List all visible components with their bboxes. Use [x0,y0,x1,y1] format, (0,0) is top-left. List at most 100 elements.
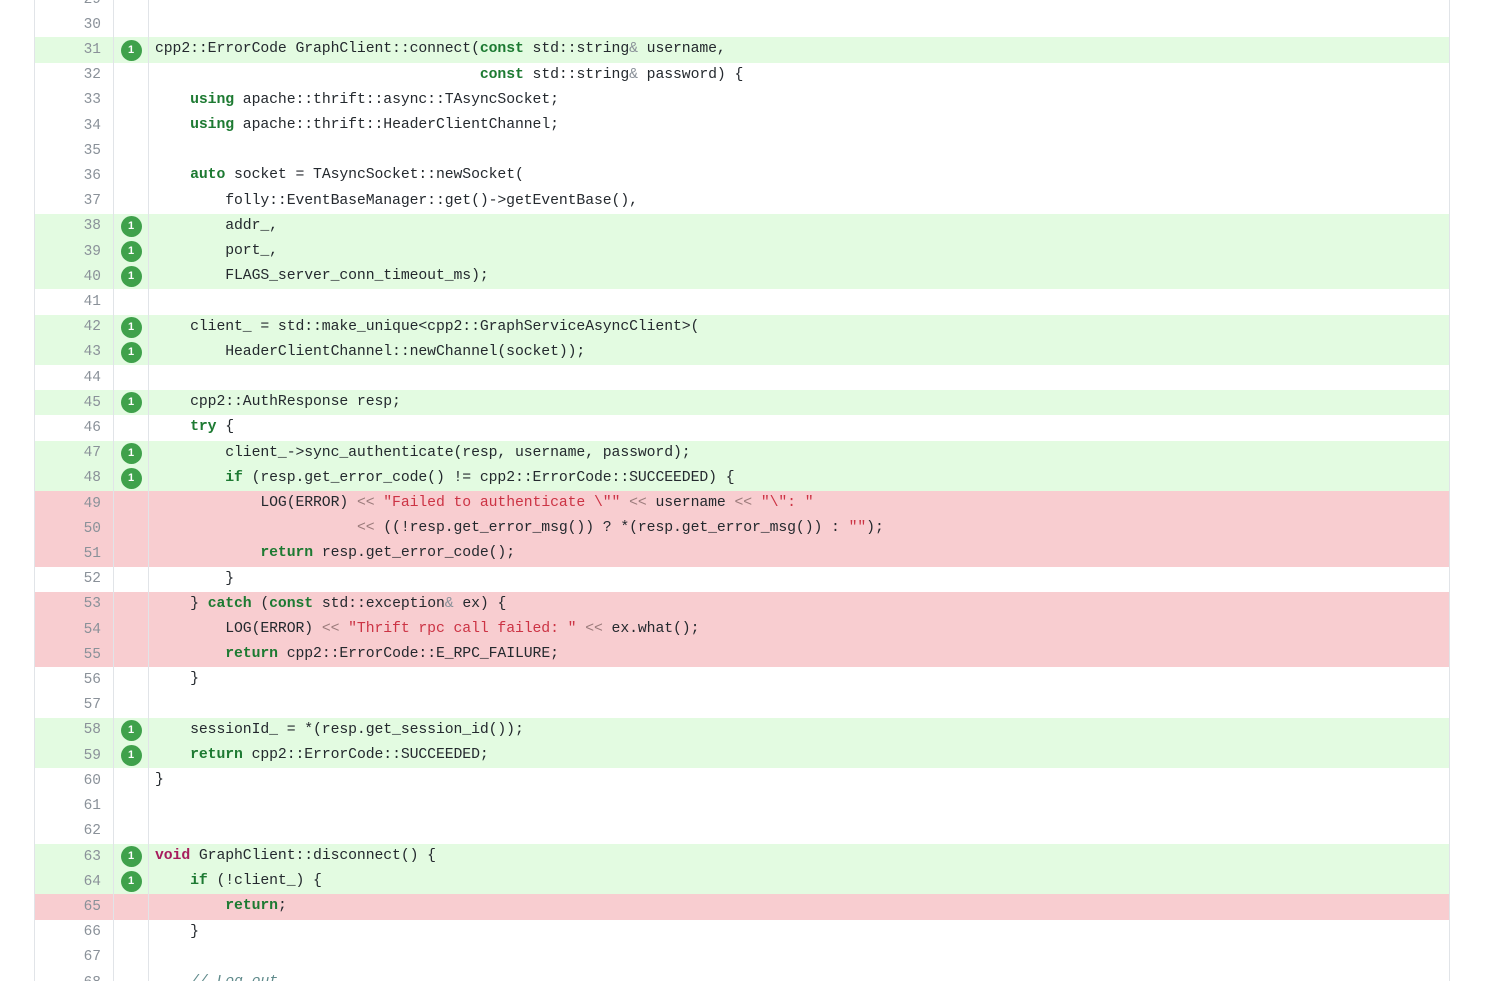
line-number[interactable]: 40 [35,264,114,290]
line-number[interactable]: 53 [35,591,114,618]
hit-count-badge[interactable]: 1 [120,266,142,288]
hit-count-badge[interactable]: 1 [120,392,142,414]
line-number[interactable]: 42 [35,314,114,340]
hit-count-cell [113,768,149,794]
code-line-text[interactable]: // Log out [148,969,1449,981]
line-number[interactable]: 50 [35,516,114,542]
line-number[interactable]: 32 [35,62,114,88]
line-number[interactable]: 47 [35,440,114,466]
line-number[interactable]: 30 [35,12,114,38]
code-line-row: 32 const std::string& password) { [35,62,1449,88]
line-number[interactable]: 35 [35,138,114,164]
line-number[interactable]: 66 [35,919,114,945]
line-number[interactable]: 38 [35,213,114,240]
hit-count-badge[interactable]: 1 [120,316,142,338]
code-line-text[interactable]: << ((!resp.get_error_msg()) ? *(resp.get… [148,516,1449,542]
code-line-text[interactable]: folly::EventBaseManager::get()->getEvent… [148,188,1449,214]
code-line-text[interactable]: try { [148,415,1449,441]
hit-count-badge[interactable]: 1 [120,846,142,867]
hit-count-badge[interactable]: 1 [120,215,142,237]
code-line-text[interactable]: client_ = std::make_unique<cpp2::GraphSe… [148,314,1449,340]
code-line-text[interactable]: } [148,566,1449,592]
line-number[interactable]: 45 [35,390,114,416]
code-line-text[interactable]: LOG(ERROR) << "Thrift rpc call failed: "… [148,617,1449,643]
code-line-text[interactable]: } catch (const std::exception& ex) { [148,591,1449,618]
code-line-text[interactable]: HeaderClientChannel::newChannel(socket))… [148,339,1449,366]
code-line-text[interactable] [148,365,1449,391]
line-number[interactable]: 61 [35,793,114,819]
line-number[interactable]: 54 [35,617,114,643]
hit-count-badge[interactable]: 1 [120,467,142,489]
code-line-text[interactable]: LOG(ERROR) << "Failed to authenticate \"… [148,491,1449,517]
code-line-text[interactable]: if (resp.get_error_code() != cpp2::Error… [148,465,1449,492]
code-line-text[interactable]: FLAGS_server_conn_timeout_ms); [148,264,1449,290]
code-line-row: 58 1 sessionId_ = *(resp.get_session_id()… [35,717,1449,744]
line-number[interactable]: 64 [35,869,114,895]
code-line-text[interactable]: } [148,768,1449,794]
code-line-text[interactable] [148,289,1449,315]
line-number[interactable]: 37 [35,188,114,214]
line-number[interactable]: 63 [35,843,114,870]
hit-count-badge[interactable]: 1 [120,341,142,363]
code-line-row: 36 auto socket = TAsyncSocket::newSocket… [35,163,1449,189]
line-number[interactable]: 51 [35,541,114,567]
code-line-text[interactable] [148,138,1449,164]
code-line-text[interactable]: return cpp2::ErrorCode::E_RPC_FAILURE; [148,642,1449,668]
code-line-text[interactable]: } [148,667,1449,693]
code-line-text[interactable] [148,818,1449,844]
line-number[interactable]: 57 [35,692,114,718]
code-line-text[interactable]: return resp.get_error_code(); [148,541,1449,567]
code-line-text[interactable]: addr_, [148,213,1449,240]
line-number[interactable]: 56 [35,667,114,693]
line-number[interactable]: 36 [35,163,114,189]
code-line-text[interactable]: } [148,919,1449,945]
line-number[interactable]: 43 [35,339,114,366]
line-number[interactable]: 41 [35,289,114,315]
code-line-text[interactable]: port_, [148,239,1449,265]
code-line-text[interactable] [148,692,1449,718]
code-line-text[interactable]: if (!client_) { [148,869,1449,895]
code-line-text[interactable]: cpp2::AuthResponse resp; [148,390,1449,416]
hit-count-cell [113,692,149,718]
hit-count-badge[interactable]: 1 [120,442,142,464]
line-number[interactable]: 33 [35,87,114,114]
code-line-text[interactable]: client_->sync_authenticate(resp, usernam… [148,440,1449,466]
line-number[interactable]: 49 [35,491,114,517]
line-number[interactable]: 31 [35,37,114,63]
line-number[interactable]: 60 [35,768,114,794]
code-line-text[interactable] [148,944,1449,970]
line-number[interactable]: 29 [35,0,114,13]
code-line-text[interactable]: using apache::thrift::HeaderClientChanne… [148,113,1449,139]
line-number[interactable]: 44 [35,365,114,391]
line-number[interactable]: 48 [35,465,114,492]
line-number[interactable]: 52 [35,566,114,592]
hit-count-badge[interactable]: 1 [120,871,142,893]
line-number[interactable]: 62 [35,818,114,844]
line-number[interactable]: 34 [35,113,114,139]
code-line-text[interactable] [148,793,1449,819]
code-line-text[interactable]: auto socket = TAsyncSocket::newSocket( [148,163,1449,189]
hit-count-badge[interactable]: 1 [120,745,142,767]
code-line-text[interactable] [148,12,1449,38]
code-line-text[interactable]: cpp2::ErrorCode GraphClient::connect(con… [148,37,1449,63]
code-line-text[interactable]: return; [148,894,1449,920]
code-line-text[interactable]: using apache::thrift::async::TAsyncSocke… [148,87,1449,114]
code-line-text[interactable]: const std::string& password) { [148,62,1449,88]
line-number[interactable]: 58 [35,717,114,744]
hit-count-badge[interactable]: 1 [120,719,142,741]
line-number[interactable]: 67 [35,944,114,970]
line-number[interactable]: 46 [35,415,114,441]
code-line-text[interactable] [148,0,1449,13]
line-number[interactable]: 65 [35,894,114,920]
code-line-text[interactable]: sessionId_ = *(resp.get_session_id()); [148,717,1449,744]
line-number[interactable]: 55 [35,642,114,668]
code-line-text[interactable]: return cpp2::ErrorCode::SUCCEEDED; [148,743,1449,769]
line-number[interactable]: 59 [35,743,114,769]
hit-count-badge[interactable]: 1 [120,39,142,61]
hit-count-cell [113,591,149,618]
line-number[interactable]: 68 [35,969,114,981]
hit-count-badge[interactable]: 1 [120,241,142,263]
code-line-text[interactable]: void GraphClient::disconnect() { [148,843,1449,870]
line-number[interactable]: 39 [35,239,114,265]
code-line-row: 29 [35,0,1449,13]
